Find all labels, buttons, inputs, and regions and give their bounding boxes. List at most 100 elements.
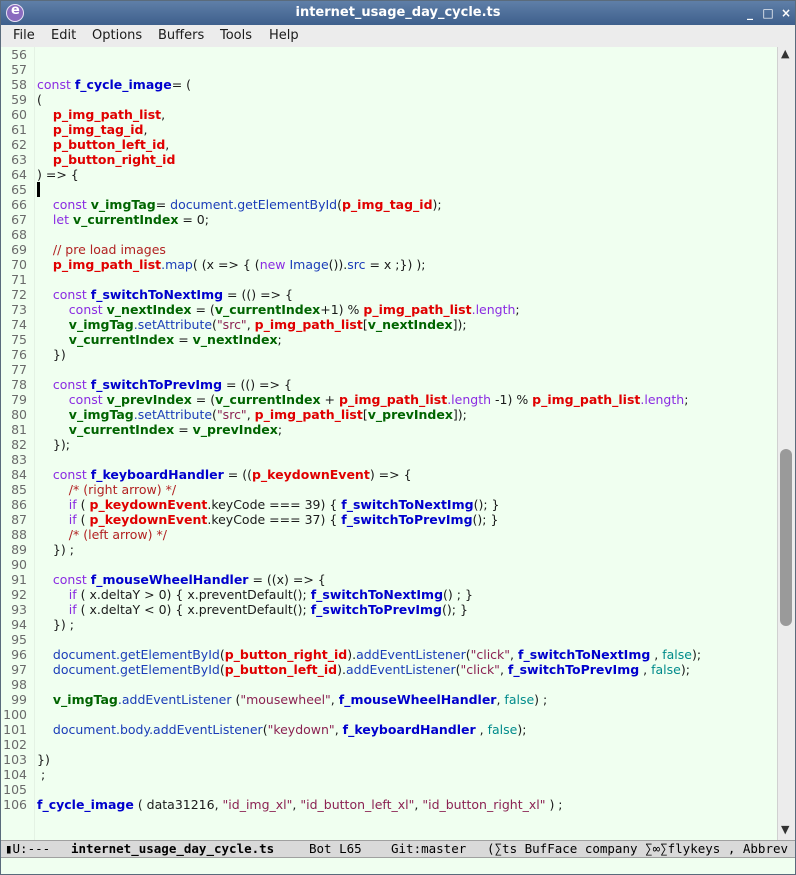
code-line[interactable]: const f_switchToNextImg = (() => {	[37, 287, 293, 302]
active-modes[interactable]: (∑ts BufFace company ∑∞∑flykeys , Abbrev	[487, 841, 788, 857]
code-token: ;	[515, 302, 520, 317]
code-token: =	[155, 197, 171, 212]
code-line[interactable]: const f_keyboardHandler = ((p_keydownEve…	[37, 467, 412, 482]
code-token: ( x.deltaY < 0) { x.preventDefault();	[80, 602, 311, 617]
code-line[interactable]: document.getElementById(p_button_left_id…	[37, 662, 690, 677]
code-token: v_currentIndex	[68, 422, 175, 437]
code-line[interactable]: })	[37, 347, 66, 362]
code-token: = (	[191, 302, 215, 317]
mode-line: ▮U:--- internet_usage_day_cycle.ts Bot L…	[1, 840, 795, 858]
code-line[interactable]: const v_imgTag= document.getElementById(…	[37, 197, 446, 212]
scroll-up-arrow-icon[interactable]: ▲	[781, 47, 789, 60]
code-token: ]);	[452, 317, 467, 332]
code-token: ,	[143, 122, 148, 137]
code-editor[interactable]: 56 57 58 59 60 61 62 63 64 65 66 67 68 69 70 71 72 73 74 75…	[1, 47, 777, 840]
scroll-down-arrow-icon[interactable]: ▼	[781, 823, 789, 836]
code-token: v_nextIndex	[367, 317, 453, 332]
code-line[interactable]: p_img_path_list,	[37, 107, 165, 122]
code-token: p_img_path_list	[52, 107, 162, 122]
vc-branch[interactable]: Git:master	[391, 841, 466, 857]
menu-tools[interactable]: Tools	[220, 28, 252, 43]
code-token: ,	[330, 692, 339, 707]
code-line[interactable]: v_currentIndex = v_prevIndex;	[37, 422, 282, 437]
code-line[interactable]: v_imgTag.setAttribute("src", p_img_path_…	[37, 317, 467, 332]
scrollbar-thumb[interactable]	[780, 449, 792, 626]
code-token: ,	[165, 137, 170, 152]
code-token: p_button_right_id	[52, 152, 176, 167]
code-token: ,	[650, 647, 663, 662]
maximize-button[interactable]: □	[760, 5, 776, 21]
code-line[interactable]: document.body.addEventListener("keydown"…	[37, 722, 527, 737]
line-number: 70	[11, 257, 27, 272]
code-line[interactable]: /* (right arrow) */	[37, 482, 176, 497]
code-token: .length	[471, 302, 516, 317]
close-button[interactable]: ×	[778, 5, 794, 21]
minibuffer[interactable]	[1, 858, 795, 874]
code-line[interactable]: v_imgTag.setAttribute("src", p_img_path_…	[37, 407, 467, 422]
buffer-name[interactable]: internet_usage_day_cycle.ts	[71, 841, 274, 857]
buffer-state: ▮U:---	[5, 841, 51, 856]
code-line[interactable]: })	[37, 752, 50, 767]
code-line[interactable]: const v_nextIndex = (v_currentIndex+1) %…	[37, 302, 520, 317]
code-line[interactable]: /* (left arrow) */	[37, 527, 167, 542]
code-line[interactable]: const f_mouseWheelHandler = ((x) => {	[37, 572, 326, 587]
code-token: v_imgTag	[68, 407, 134, 422]
code-line[interactable]: p_button_right_id	[37, 152, 176, 167]
code-token: p_img_tag_id	[341, 197, 433, 212]
code-line[interactable]: ) => {	[37, 167, 79, 182]
menu-options[interactable]: Options	[92, 28, 142, 43]
code-token: ).	[347, 647, 357, 662]
code-line[interactable]: f_cycle_image ( data31216, "id_img_xl", …	[37, 797, 563, 812]
code-token: src	[347, 257, 366, 272]
code-token: f_cycle_image	[37, 797, 134, 812]
code-token: (	[231, 692, 241, 707]
minimize-button[interactable]: _	[742, 5, 758, 21]
code-line[interactable]: ;	[37, 767, 45, 782]
menu-file[interactable]: File	[13, 28, 35, 43]
line-number: 85	[11, 482, 27, 497]
code-line[interactable]: const f_cycle_image= (	[37, 77, 191, 92]
line-number: 65	[11, 182, 27, 197]
code-line[interactable]: document.getElementById(p_button_right_i…	[37, 647, 701, 662]
code-line[interactable]: }) ;	[37, 542, 74, 557]
menu-edit[interactable]: Edit	[51, 28, 76, 43]
code-line[interactable]: v_currentIndex = v_nextIndex;	[37, 332, 282, 347]
code-line[interactable]: v_imgTag.addEventListener ("mousewheel",…	[37, 692, 547, 707]
code-line[interactable]: p_button_left_id,	[37, 137, 169, 152]
line-number: 80	[11, 407, 27, 422]
code-line[interactable]: if ( p_keydownEvent.keyCode === 37) { f_…	[37, 512, 499, 527]
code-line[interactable]: if ( x.deltaY < 0) { x.preventDefault();…	[37, 602, 468, 617]
code-line[interactable]: (	[37, 92, 42, 107]
code-token: new	[259, 257, 290, 272]
code-token: ;	[277, 332, 282, 347]
code-line[interactable]: const v_prevIndex = (v_currentIndex + p_…	[37, 392, 689, 407]
line-number: 93	[11, 602, 27, 617]
code-token: );	[691, 647, 702, 662]
code-token: const	[52, 572, 91, 587]
title-bar[interactable]: internet_usage_day_cycle.ts _ □ ×	[1, 1, 795, 25]
code-token: addEventListener	[345, 662, 456, 677]
code-line[interactable]: p_img_path_list.map( (x => { (new Image(…	[37, 257, 426, 272]
code-line[interactable]: }) ;	[37, 617, 74, 632]
code-token: = (	[171, 77, 192, 92]
gutter-divider	[34, 47, 35, 840]
code-token: });	[37, 437, 70, 452]
code-line[interactable]: p_img_tag_id,	[37, 122, 148, 137]
code-line[interactable]: if ( x.deltaY > 0) { x.preventDefault();…	[37, 587, 473, 602]
code-line[interactable]: let v_currentIndex = 0;	[37, 212, 209, 227]
code-line[interactable]: const f_switchToPrevImg = (() => {	[37, 377, 292, 392]
vertical-scrollbar[interactable]: ▲ ▼	[777, 47, 795, 840]
code-line[interactable]: // pre load images	[37, 242, 166, 257]
code-line[interactable]: });	[37, 437, 70, 452]
code-token: p_keydownEvent	[251, 467, 370, 482]
menu-help[interactable]: Help	[269, 28, 299, 43]
code-line[interactable]: if ( p_keydownEvent.keyCode === 39) { f_…	[37, 497, 500, 512]
code-token: false	[504, 692, 535, 707]
menu-buffers[interactable]: Buffers	[158, 28, 204, 43]
line-number-gutter: 56 57 58 59 60 61 62 63 64 65 66 67 68 69 70 71 72 73 74 75…	[1, 47, 34, 840]
